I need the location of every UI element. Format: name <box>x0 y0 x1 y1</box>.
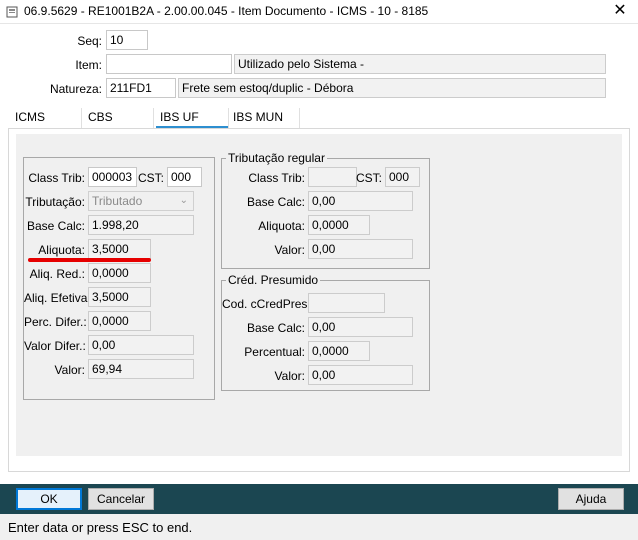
trib-aliquota-field[interactable]: 0,0000 <box>308 215 370 235</box>
status-bar: Enter data or press ESC to end. <box>0 514 638 540</box>
tab-ibs-mun[interactable]: IBS MUN <box>233 110 283 124</box>
close-icon[interactable]: ✕ <box>602 0 638 24</box>
trib-aliquota-label: Aliquota: <box>258 219 305 233</box>
aliquota-label: Aliquota: <box>38 243 85 257</box>
natureza-field[interactable]: 211FD1 <box>106 78 176 98</box>
cred-presumido-title: Créd. Presumido <box>226 273 321 287</box>
percentual-label: Percentual: <box>244 345 305 359</box>
ok-button[interactable]: OK <box>16 488 82 510</box>
base-calc-field[interactable]: 1.998,20 <box>88 215 194 235</box>
valor-field[interactable]: 69,94 <box>88 359 194 379</box>
trib-cst-field[interactable]: 000 <box>385 167 420 187</box>
trib-valor-field[interactable]: 0,00 <box>308 239 413 259</box>
cod-ccredpres-field[interactable] <box>308 293 385 313</box>
trib-base-calc-label: Base Calc: <box>246 195 305 209</box>
cst-field[interactable]: 000 <box>167 167 202 187</box>
tributacao-label: Tributação: <box>25 195 85 209</box>
tab-separator <box>81 108 82 128</box>
percentual-field[interactable]: 0,0000 <box>308 341 370 361</box>
cancel-button[interactable]: Cancelar <box>88 488 154 510</box>
chevron-down-icon: ⌄ <box>179 195 188 206</box>
trib-class-trib-field[interactable] <box>308 167 357 187</box>
aliq-efetiva-field[interactable]: 3,5000 <box>88 287 151 307</box>
tributacao-selected-value: Tributado <box>92 194 143 208</box>
highlight-underline <box>28 258 151 262</box>
trib-cst-label: CST: <box>356 171 383 185</box>
aliq-red-label: Aliq. Red.: <box>29 267 85 281</box>
cred-valor-label: Valor: <box>274 369 305 383</box>
title-bar: 06.9.5629 - RE1001B2A - 2.00.00.045 - It… <box>0 0 638 24</box>
window-title: 06.9.5629 - RE1001B2A - 2.00.00.045 - It… <box>24 4 429 18</box>
tab-separator <box>153 108 154 128</box>
perc-difer-label: Perc. Difer.: <box>24 315 87 329</box>
perc-difer-field[interactable]: 0,0000 <box>88 311 151 331</box>
tab-cbs[interactable]: CBS <box>88 110 113 124</box>
cod-ccredpres-label: Cod. cCredPres: <box>222 297 311 311</box>
class-trib-label: Class Trib: <box>28 171 85 185</box>
valor-difer-label: Valor Difer.: <box>24 339 86 353</box>
aliq-efetiva-label: Aliq. Efetiva: <box>24 291 91 305</box>
item-field[interactable] <box>106 54 232 74</box>
base-calc-label: Base Calc: <box>26 219 85 233</box>
valor-difer-field[interactable]: 0,00 <box>88 335 194 355</box>
cred-base-calc-label: Base Calc: <box>246 321 305 335</box>
seq-field[interactable]: 10 <box>106 30 148 50</box>
cst-label: CST: <box>138 171 165 185</box>
tab-separator <box>299 108 300 128</box>
aliq-red-field[interactable]: 0,0000 <box>88 263 151 283</box>
tab-separator <box>228 108 229 128</box>
seq-label: Seq: <box>77 34 102 48</box>
trib-class-trib-label: Class Trib: <box>248 171 305 185</box>
help-button[interactable]: Ajuda <box>558 488 624 510</box>
valor-label: Valor: <box>54 363 85 377</box>
cred-valor-field[interactable]: 0,00 <box>308 365 413 385</box>
natureza-description: Frete sem estoq/duplic - Débora <box>178 78 606 98</box>
item-label: Item: <box>75 58 102 72</box>
app-icon <box>6 6 18 18</box>
natureza-label: Natureza: <box>49 82 102 96</box>
aliquota-field[interactable]: 3,5000 <box>88 239 151 259</box>
tab-ibs-uf[interactable]: IBS UF <box>160 110 199 124</box>
cred-base-calc-field[interactable]: 0,00 <box>308 317 413 337</box>
trib-base-calc-field[interactable]: 0,00 <box>308 191 413 211</box>
tributacao-select[interactable]: Tributado ⌄ <box>88 191 194 211</box>
class-trib-field[interactable]: 000003 <box>88 167 137 187</box>
tab-icms[interactable]: ICMS <box>15 110 45 124</box>
item-description: Utilizado pelo Sistema - <box>234 54 606 74</box>
trib-valor-label: Valor: <box>274 243 305 257</box>
tributacao-regular-title: Tributação regular <box>226 151 327 165</box>
